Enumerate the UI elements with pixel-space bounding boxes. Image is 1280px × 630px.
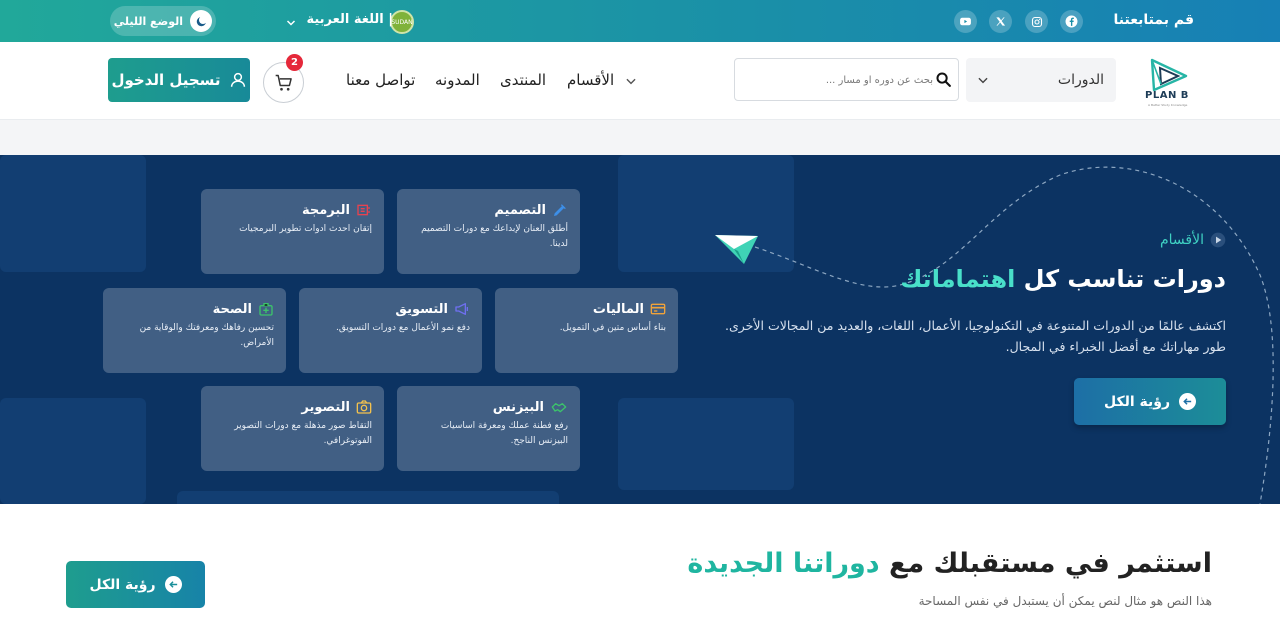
view-all-categories-button[interactable]: رؤية الكل <box>1074 378 1226 425</box>
card-title: الماليات <box>592 301 644 317</box>
youtube-icon[interactable] <box>954 10 977 33</box>
hero-section: التصميم أطلق العنان لإبداعك مع دورات الت… <box>0 155 1280 504</box>
card-description: التقاط صور مذهلة مع دورات التصوير الفوتو… <box>234 421 372 446</box>
nav-categories[interactable]: الأقسام <box>567 71 614 89</box>
card-description: تحسين رفاهك ومعرفتك والوقاية من الأمراض. <box>139 323 274 348</box>
cart-icon <box>275 74 292 91</box>
hero-title-accent: اهتماماتك <box>900 265 1016 293</box>
section-subtitle: هذا النص هو مثال لنص يمكن أن يستبدل في ن… <box>918 594 1212 608</box>
new-courses-section: استثمر في مستقبلك مع دوراتنا الجديدة هذا… <box>0 504 1280 630</box>
category-card-design[interactable]: التصميم أطلق العنان لإبداعك مع دورات الت… <box>397 189 580 274</box>
paper-plane-icon <box>715 235 758 264</box>
chevron-down-icon <box>978 77 988 84</box>
play-icon <box>1210 232 1226 248</box>
moon-icon <box>190 10 212 32</box>
courses-dropdown-label: الدورات <box>1057 72 1104 88</box>
view-all-label: رؤية الكل <box>1103 393 1171 410</box>
card-description: دفع نمو الأعمال مع دورات التسويق. <box>335 323 470 333</box>
card-title: البرمجة <box>301 202 350 218</box>
card-description: إتقان احدث ادوات تطوير البرمجيات <box>239 224 372 234</box>
logo-text: PLAN B <box>1145 90 1189 101</box>
night-mode-label: الوضع الليلي <box>113 14 183 28</box>
search-box <box>734 58 959 101</box>
chevron-down-icon[interactable] <box>624 73 638 92</box>
night-mode-toggle[interactable]: الوضع الليلي <box>110 6 216 36</box>
category-card-finance[interactable]: الماليات بناء أساس متين في التمويل. <box>495 288 678 373</box>
view-all-courses-button[interactable]: رؤية الكل <box>66 561 205 608</box>
category-card-health[interactable]: الصحة تحسين رفاهك ومعرفتك والوقاية من ال… <box>103 288 286 373</box>
card-description: رفع فطنة عملك ومعرفة اساسيات البيزنس الن… <box>440 421 568 446</box>
card-title: البيزنس <box>492 399 544 415</box>
bg-tile <box>0 155 146 272</box>
card-title: التسويق <box>395 301 448 317</box>
bg-tile <box>177 491 559 504</box>
bg-tile <box>0 398 146 504</box>
category-card-programming[interactable]: البرمجة إتقان احدث ادوات تطوير البرمجيات <box>201 189 384 274</box>
breadcrumb: الأقسام <box>1160 232 1226 248</box>
card-title: الصحة <box>212 301 252 317</box>
section-title-accent: دوراتنا الجديدة <box>687 548 880 579</box>
view-all-label: رؤية الكل <box>89 576 156 593</box>
hero-title: دورات تناسب كل اهتماماتك <box>900 265 1226 293</box>
flag-icon: SUDAN <box>390 10 414 34</box>
follow-us-label: قم بمتابعتنا <box>1113 12 1194 28</box>
login-button[interactable]: تسجيل الدخول <box>108 58 250 102</box>
marketing-icon <box>455 303 468 315</box>
language-selector[interactable]: اللغة العربية | <box>306 12 393 27</box>
arrow-left-icon <box>164 576 182 593</box>
search-icon[interactable] <box>935 71 952 92</box>
login-label: تسجيل الدخول <box>111 71 221 89</box>
code-icon <box>357 204 370 216</box>
category-card-photography[interactable]: التصوير التقاط صور مذهلة مع دورات التصوي… <box>201 386 384 471</box>
cart-count-badge: 2 <box>286 54 303 71</box>
search-input[interactable] <box>743 69 933 91</box>
card-description: أطلق العنان لإبداعك مع دورات التصميم لدي… <box>421 224 568 249</box>
breadcrumb-label[interactable]: الأقسام <box>1160 232 1204 248</box>
top-bar: قم بمتابعتنا SUDAN اللغة العربية | الوضع… <box>0 0 1280 42</box>
nav-forum[interactable]: المنتدى <box>500 71 546 89</box>
arrow-left-icon <box>1179 393 1197 410</box>
card-description: بناء أساس متين في التمويل. <box>559 323 666 333</box>
finance-icon <box>650 303 666 315</box>
category-card-marketing[interactable]: التسويق دفع نمو الأعمال مع دورات التسويق… <box>299 288 482 373</box>
main-header: PLAN B A Better Study Knowledge الدورات … <box>0 42 1280 120</box>
chevron-down-icon[interactable] <box>285 14 297 33</box>
camera-icon <box>356 400 372 414</box>
nav-blog[interactable]: المدونه <box>435 71 480 89</box>
health-icon <box>259 303 273 316</box>
logo-tagline: A Better Study Knowledge <box>1148 103 1188 107</box>
nav-contact[interactable]: تواصل معنا <box>346 71 415 89</box>
category-card-business[interactable]: البيزنس رفع فطنة عملك ومعرفة اساسيات الب… <box>397 386 580 471</box>
facebook-icon[interactable] <box>1060 10 1083 33</box>
card-title: التصوير <box>301 399 350 415</box>
card-title: التصميم <box>494 202 546 218</box>
hero-description: اكتشف عالمًا من الدورات المتنوعة في التك… <box>724 318 1226 354</box>
x-icon[interactable] <box>989 10 1012 33</box>
user-icon <box>230 72 245 87</box>
section-title: استثمر في مستقبلك مع دوراتنا الجديدة <box>687 548 1212 579</box>
instagram-icon[interactable] <box>1025 10 1048 33</box>
business-icon <box>551 403 567 413</box>
design-icon <box>554 204 566 216</box>
courses-dropdown[interactable]: الدورات <box>966 58 1116 102</box>
